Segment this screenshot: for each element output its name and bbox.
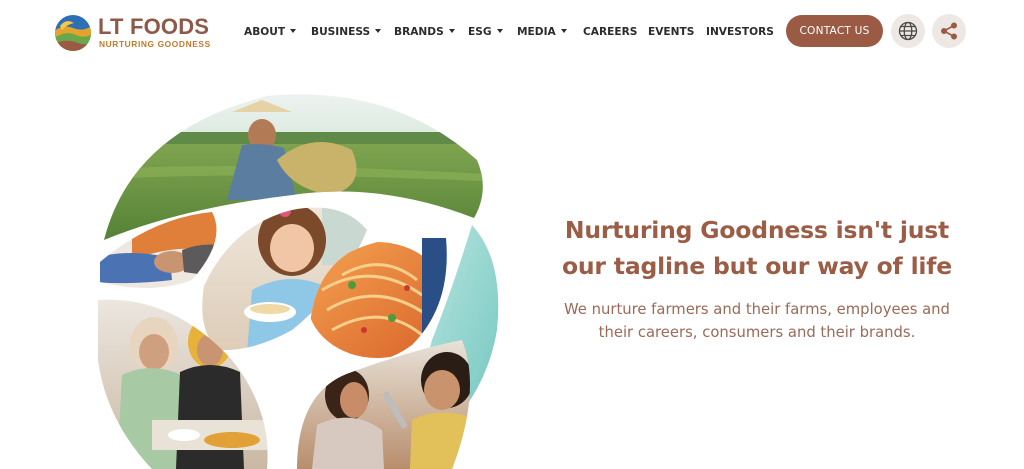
lt-foods-logo-mark-icon (55, 15, 91, 51)
chevron-down-icon (448, 29, 455, 33)
chevron-down-icon (560, 29, 567, 33)
nav-label: EVENTS (648, 26, 695, 38)
nav-label: ABOUT (244, 26, 286, 38)
nav-label: INVESTORS (706, 26, 774, 38)
nav-item-events[interactable]: EVENTS (648, 24, 694, 40)
nav-label: ESG (468, 26, 492, 38)
language-button[interactable] (891, 14, 925, 48)
logo-wordmark: LT FOODS (98, 14, 210, 39)
chevron-down-icon (496, 29, 503, 33)
nav-item-careers[interactable]: CAREERS (583, 24, 637, 40)
logo-tagline: NURTURING GOODNESS (99, 39, 211, 49)
nav-label: MEDIA (517, 26, 556, 38)
chevron-down-icon (375, 29, 382, 33)
globe-icon (898, 21, 918, 41)
hero-collage-image (98, 94, 499, 469)
nav-item-media[interactable]: MEDIA (517, 24, 567, 40)
contact-us-button[interactable]: CONTACT US (786, 15, 883, 47)
nav-item-esg[interactable]: ESG (468, 24, 503, 40)
nav-item-investors[interactable]: INVESTORS (706, 24, 774, 40)
site-header: LT FOODS NURTURING GOODNESS ABOUT BUSINE… (0, 0, 1024, 64)
nav-label: CAREERS (583, 26, 638, 38)
nav-item-brands[interactable]: BRANDS (394, 24, 455, 40)
chevron-down-icon (290, 29, 297, 33)
nav-label: BRANDS (394, 26, 444, 38)
hero-subtext: We nurture farmers and their farms, empl… (564, 301, 950, 341)
lt-foods-logo[interactable]: LT FOODS NURTURING GOODNESS (54, 14, 224, 52)
hero-headline: Nurturing Goodness isn't just our taglin… (561, 216, 953, 280)
share-icon (941, 22, 957, 40)
nav-item-business[interactable]: BUSINESS (311, 24, 382, 40)
share-button[interactable] (932, 14, 966, 48)
nav-label: BUSINESS (311, 26, 371, 38)
nav-item-about[interactable]: ABOUT (244, 24, 297, 40)
